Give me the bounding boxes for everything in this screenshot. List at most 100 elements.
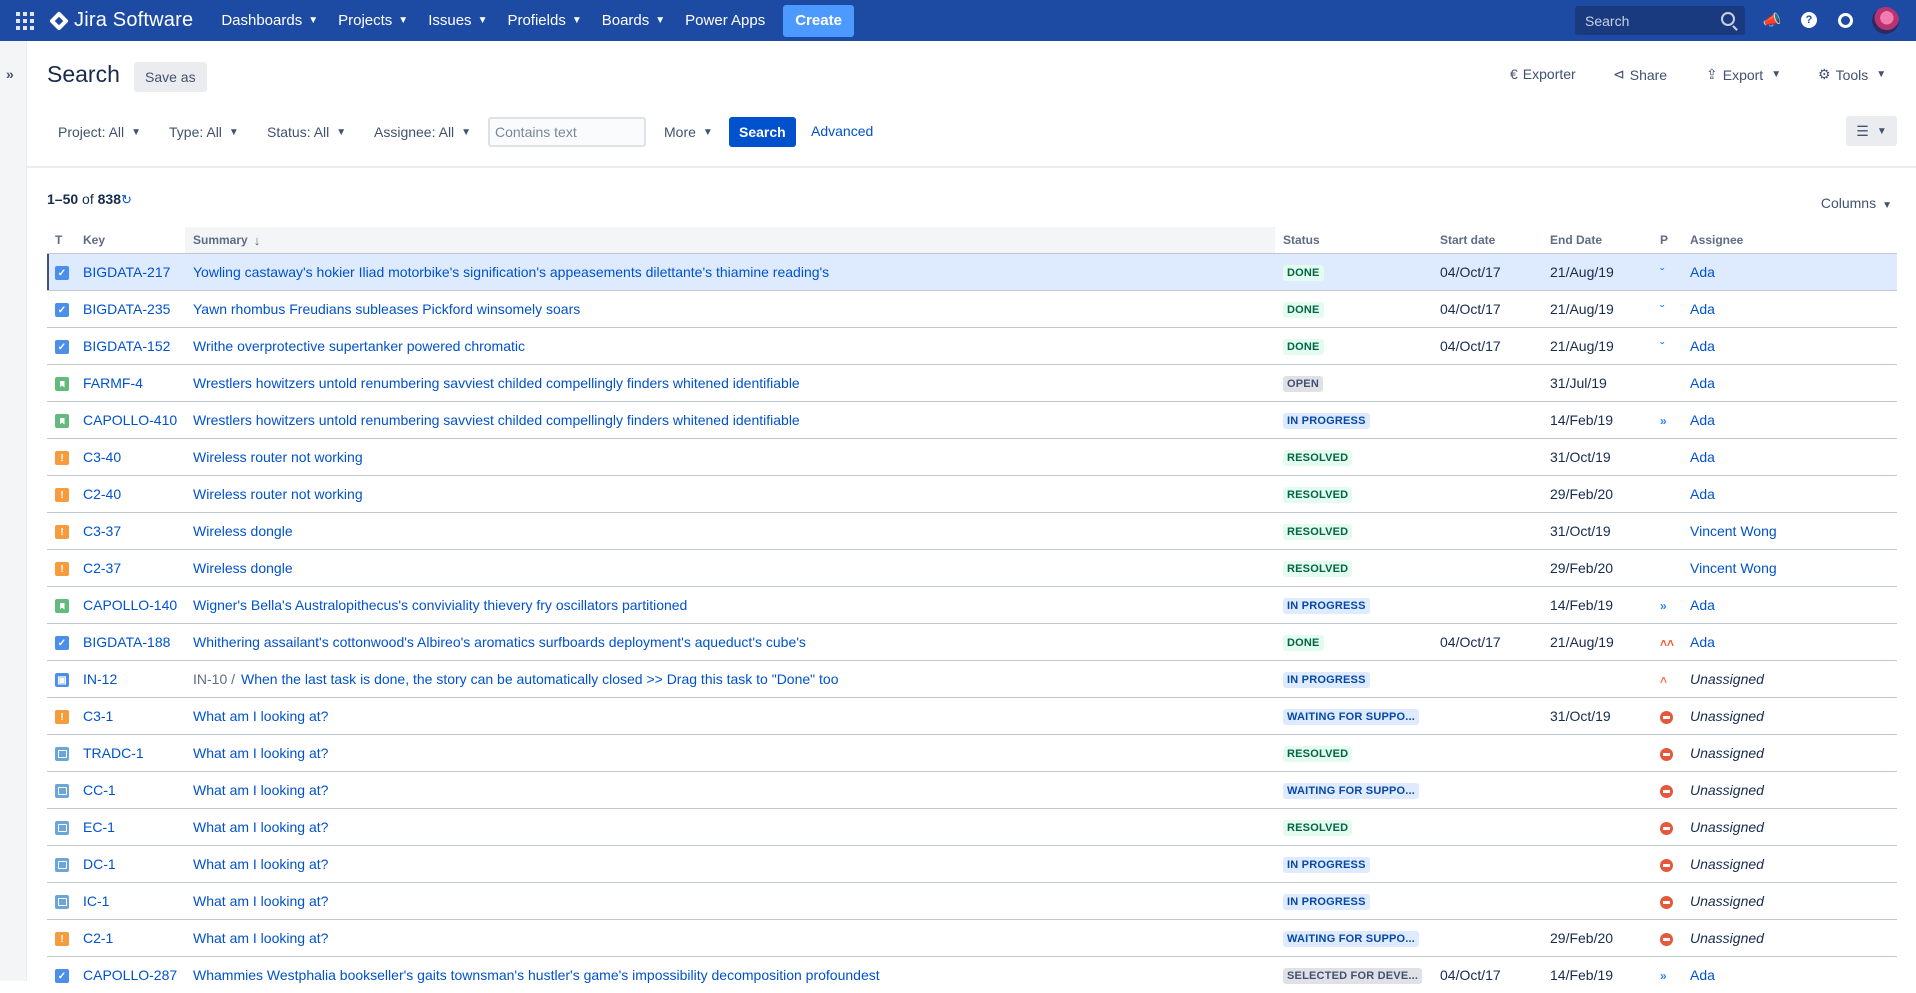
table-row[interactable]: ! C3-40 Wireless router not working RESOLVE… xyxy=(47,438,1897,475)
col-header-key[interactable]: Key xyxy=(75,227,185,253)
columns-button[interactable]: Columns ▼ xyxy=(1821,195,1892,211)
issue-key-link[interactable]: IC-1 xyxy=(83,893,109,909)
issue-key-link[interactable]: DC-1 xyxy=(83,856,116,872)
summary-link[interactable]: What am I looking at? xyxy=(193,708,328,724)
assignee-name[interactable]: Ada xyxy=(1690,301,1715,317)
table-row[interactable]: ✓ BIGDATA-217 Yowling castaway's hokier Il… xyxy=(47,253,1897,290)
summary-link[interactable]: Wireless dongle xyxy=(193,523,293,539)
issue-key-link[interactable]: C2-40 xyxy=(83,486,121,502)
table-row[interactable]: ✓ CAPOLLO-287 Whammies Westphalia booksell… xyxy=(47,956,1897,993)
notifications-megaphone-icon[interactable]: 📣 xyxy=(1762,10,1782,30)
summary-link[interactable]: Wigner's Bella's Australopithecus's conv… xyxy=(193,597,687,613)
table-row[interactable]: CC-1 What am I looking at? WAITING FOR SUP… xyxy=(47,771,1897,808)
summary-link[interactable]: Wireless router not working xyxy=(193,486,363,502)
nav-projects[interactable]: Projects ▼ xyxy=(328,0,418,41)
col-header-assignee[interactable]: Assignee xyxy=(1682,227,1897,253)
table-row[interactable]: ! C2-37 Wireless dongle RESOLVED 29/Feb/20 Vi… xyxy=(47,549,1897,586)
issue-key-link[interactable]: BIGDATA-217 xyxy=(83,264,170,280)
create-button[interactable]: Create xyxy=(783,4,854,37)
filter-assignee[interactable]: Assignee: All ▼ xyxy=(374,122,471,142)
table-row[interactable]: CAPOLLO-140 Wigner's Bella's Australopith… xyxy=(47,586,1897,623)
table-row[interactable]: IC-1 What am I looking at? IN PROGRESS Unas… xyxy=(47,882,1897,919)
issue-key-link[interactable]: IN-12 xyxy=(83,671,117,687)
summary-link[interactable]: Wrestlers howitzers untold renumbering s… xyxy=(193,412,800,428)
settings-gear-icon[interactable] xyxy=(1835,10,1855,30)
assignee-name[interactable]: Ada xyxy=(1690,412,1715,428)
issue-key-link[interactable]: FARMF-4 xyxy=(83,375,143,391)
filter-status[interactable]: Status: All ▼ xyxy=(267,122,346,142)
table-row[interactable]: FARMF-4 Wrestlers howitzers untold renumb… xyxy=(47,364,1897,401)
assignee-name[interactable]: Ada xyxy=(1690,634,1715,650)
table-row[interactable]: ! C2-40 Wireless router not working RESOLVE… xyxy=(47,475,1897,512)
summary-link[interactable]: Whithering assailant's cottonwood's Albi… xyxy=(193,634,806,650)
table-row[interactable]: ! C3-1 What am I looking at? WAITING FOR SU… xyxy=(47,697,1897,734)
export-button[interactable]: ⇪ Export ▼ xyxy=(1706,66,1781,83)
summary-link[interactable]: Wireless router not working xyxy=(193,449,363,465)
layout-view-button[interactable]: ☰ ▼ xyxy=(1846,116,1897,146)
assignee-name[interactable]: Ada xyxy=(1690,264,1715,280)
nav-boards[interactable]: Boards ▼ xyxy=(592,0,675,41)
summary-link[interactable]: What am I looking at? xyxy=(193,782,328,798)
assignee-name[interactable]: Vincent Wong xyxy=(1690,523,1777,539)
advanced-search-link[interactable]: Advanced xyxy=(811,123,873,139)
summary-link[interactable]: What am I looking at? xyxy=(193,893,328,909)
assignee-name[interactable]: Ada xyxy=(1690,486,1715,502)
assignee-name[interactable]: Ada xyxy=(1690,597,1715,613)
issue-key-link[interactable]: C3-1 xyxy=(83,708,113,724)
assignee-name[interactable]: Ada xyxy=(1690,338,1715,354)
table-row[interactable]: ! C2-1 What am I looking at? WAITING FOR SU… xyxy=(47,919,1897,956)
summary-link[interactable]: Yawn rhombus Freudians subleases Pickfor… xyxy=(193,301,580,317)
filter-type[interactable]: Type: All ▼ xyxy=(169,122,239,142)
search-button[interactable]: Search xyxy=(729,117,796,147)
summary-link[interactable]: What am I looking at? xyxy=(193,930,328,946)
summary-link[interactable]: What am I looking at? xyxy=(193,745,328,761)
col-header-end-date[interactable]: End Date xyxy=(1542,227,1652,253)
col-header-priority[interactable]: P xyxy=(1652,227,1682,253)
col-header-start-date[interactable]: Start date xyxy=(1432,227,1542,253)
expand-sidebar-icon[interactable]: » xyxy=(6,66,14,82)
jira-logo[interactable]: Jira Software xyxy=(49,9,193,32)
nav-issues[interactable]: Issues ▼ xyxy=(418,0,497,41)
issue-key-link[interactable]: BIGDATA-235 xyxy=(83,301,170,317)
issue-key-link[interactable]: BIGDATA-152 xyxy=(83,338,170,354)
assignee-name[interactable]: Ada xyxy=(1690,375,1715,391)
filter-project[interactable]: Project: All ▼ xyxy=(58,122,141,142)
summary-link[interactable]: Writhe overprotective supertanker powere… xyxy=(193,338,525,354)
nav-power-apps[interactable]: Power Apps xyxy=(675,0,775,41)
table-row[interactable]: ✓ BIGDATA-235 Yawn rhombus Freudians suble… xyxy=(47,290,1897,327)
table-row[interactable]: ! C3-37 Wireless dongle RESOLVED 31/Oct/19 Vi… xyxy=(47,512,1897,549)
issue-key-link[interactable]: CAPOLLO-140 xyxy=(83,597,177,613)
table-row[interactable]: EC-1 What am I looking at? RESOLVED Unassig… xyxy=(47,808,1897,845)
col-header-summary[interactable]: Summary ↓ xyxy=(185,227,1275,253)
table-row[interactable]: CAPOLLO-410 Wrestlers howitzers untold re… xyxy=(47,401,1897,438)
summary-link[interactable]: Wireless dongle xyxy=(193,560,293,576)
assignee-name[interactable]: Vincent Wong xyxy=(1690,560,1777,576)
table-row[interactable]: ▣ IN-12 IN-10 / When the last task is done,… xyxy=(47,660,1897,697)
issue-key-link[interactable]: CAPOLLO-410 xyxy=(83,412,177,428)
filter-more[interactable]: More ▼ xyxy=(664,122,713,142)
col-header-status[interactable]: Status xyxy=(1275,227,1432,253)
col-header-type[interactable]: T xyxy=(47,227,75,253)
app-switcher-icon[interactable] xyxy=(14,10,36,32)
global-search-input[interactable]: Search xyxy=(1575,6,1745,35)
refresh-icon[interactable]: ↻ xyxy=(121,192,132,207)
user-avatar[interactable] xyxy=(1872,7,1899,34)
exporter-button[interactable]: € Exporter xyxy=(1510,66,1576,82)
summary-link[interactable]: What am I looking at? xyxy=(193,819,328,835)
nav-profields[interactable]: Profields ▼ xyxy=(497,0,591,41)
issue-key-link[interactable]: BIGDATA-188 xyxy=(83,634,170,650)
summary-link[interactable]: Wrestlers howitzers untold renumbering s… xyxy=(193,375,800,391)
table-row[interactable]: TRADC-1 What am I looking at? RESOLVED Unas… xyxy=(47,734,1897,771)
issue-key-link[interactable]: C3-37 xyxy=(83,523,121,539)
issue-key-link[interactable]: C2-37 xyxy=(83,560,121,576)
nav-dashboards[interactable]: Dashboards ▼ xyxy=(211,0,328,41)
summary-link[interactable]: What am I looking at? xyxy=(193,856,328,872)
parent-issue-link[interactable]: IN-10 / xyxy=(193,671,235,687)
save-as-button[interactable]: Save as xyxy=(134,62,207,92)
issue-key-link[interactable]: C3-40 xyxy=(83,449,121,465)
issue-key-link[interactable]: C2-1 xyxy=(83,930,113,946)
summary-link[interactable]: When the last task is done, the story ca… xyxy=(241,671,838,687)
tools-button[interactable]: ⚙ Tools ▼ xyxy=(1818,66,1886,83)
issue-key-link[interactable]: EC-1 xyxy=(83,819,115,835)
summary-link[interactable]: Yowling castaway's hokier Iliad motorbik… xyxy=(193,264,829,280)
